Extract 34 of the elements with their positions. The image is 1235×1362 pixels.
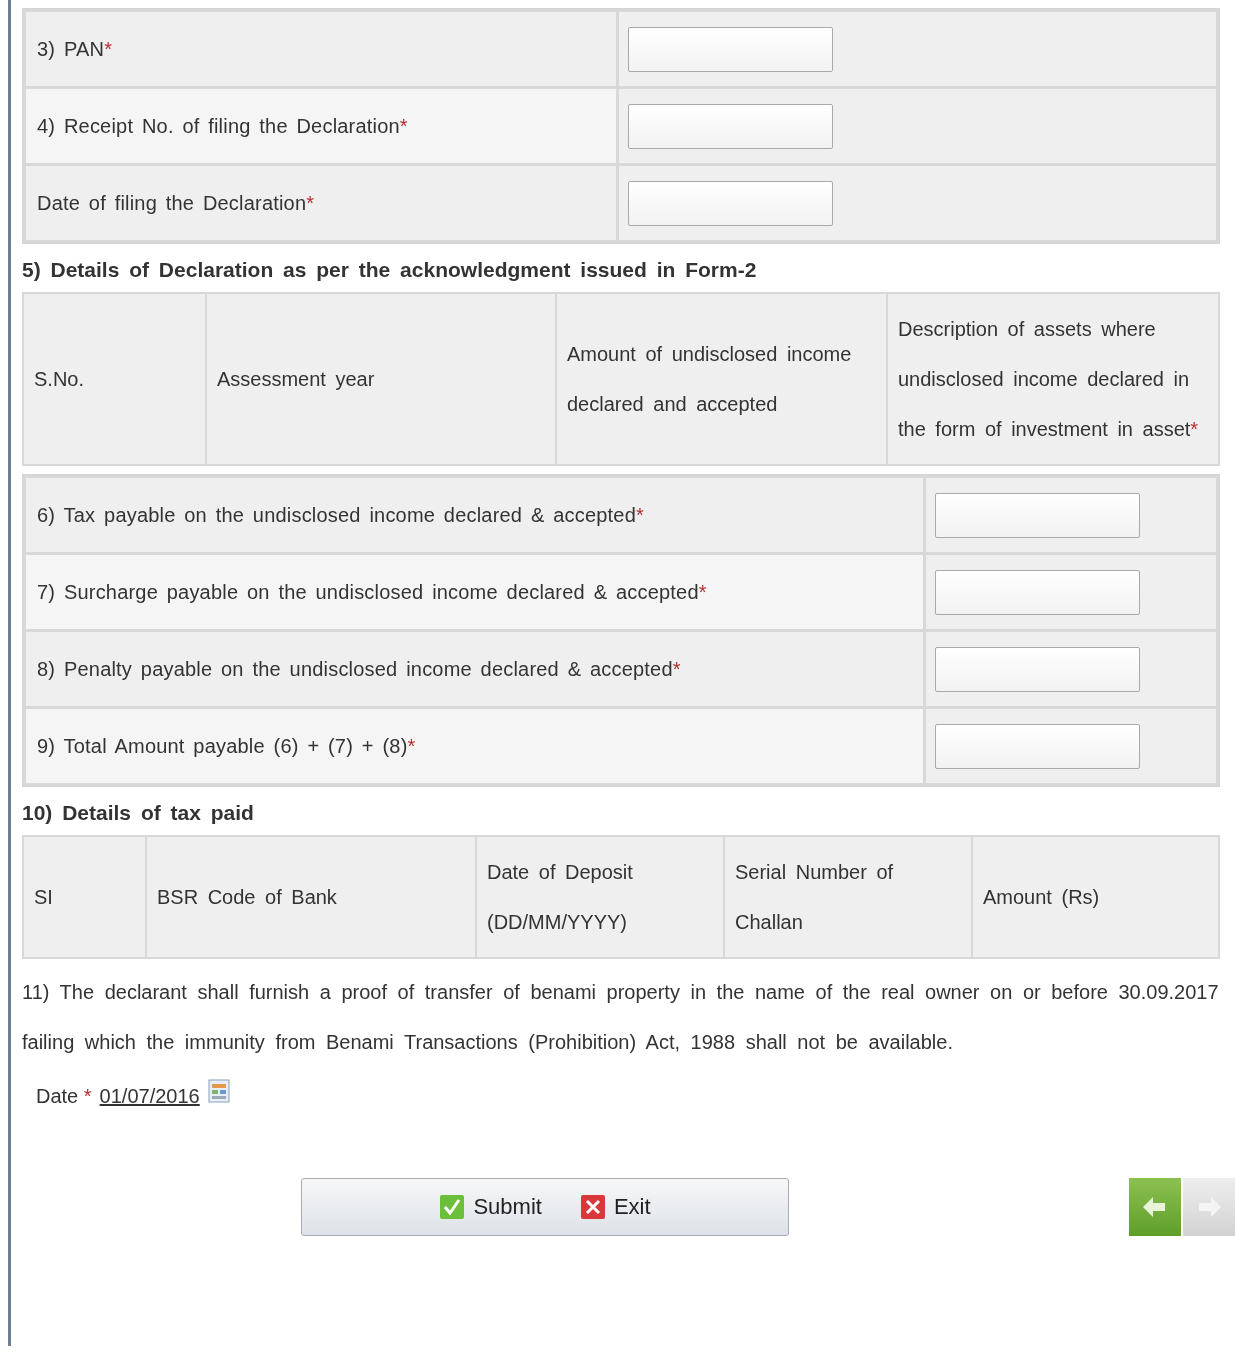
- exit-button[interactable]: Exit: [579, 1194, 651, 1220]
- input-field[interactable]: [628, 26, 833, 72]
- input-field[interactable]: [935, 646, 1140, 692]
- column-header: Amount of undisclosed income declared and accepted: [557, 294, 886, 464]
- field-label: 7) Surcharge payable on the undisclosed income declared & accepted*: [26, 555, 923, 629]
- back-button[interactable]: [1129, 1178, 1181, 1236]
- field-label: 9) Total Amount payable (6) + (7) + (8)*: [26, 709, 923, 783]
- column-header: Amount (Rs): [973, 837, 1218, 957]
- column-header: Assessment year: [207, 294, 555, 464]
- input-field[interactable]: [628, 103, 833, 149]
- column-header: BSR Code of Bank: [147, 837, 475, 957]
- input-field[interactable]: [628, 180, 833, 226]
- column-header: Serial Number of Challan: [725, 837, 971, 957]
- column-header: Date of Deposit (DD/MM/YYYY): [477, 837, 723, 957]
- field-label: 6) Tax payable on the undisclosed income declared & accepted*: [26, 478, 923, 552]
- column-header: S.No.: [24, 294, 205, 464]
- declaration-note: 11) The declarant shall furnish a proof of transfer of benami property in the name of the real owner on or before 30.09.2017 failing which the immunity from Benami Transactions (Prohibition) Act, 1988 shall not be available.: [22, 980, 1220, 1055]
- submit-button[interactable]: Submit: [439, 1194, 542, 1220]
- input-field[interactable]: [935, 492, 1140, 538]
- field-label: 3) PAN*: [26, 12, 616, 86]
- close-icon: [579, 1194, 606, 1220]
- section-heading: 10) Details of tax paid: [22, 801, 255, 825]
- date-value[interactable]: 01/07/2016: [99, 1085, 200, 1108]
- date-label: Date *: [36, 1085, 92, 1108]
- column-header: SI: [24, 837, 145, 957]
- section-heading: 5) Details of Declaration as per the acknowledgment issued in Form-2: [22, 258, 758, 282]
- field-label: 4) Receipt No. of filing the Declaration*: [26, 89, 616, 163]
- calendar-icon[interactable]: [207, 1078, 230, 1103]
- field-label: Date of filing the Declaration*: [26, 166, 616, 240]
- field-label: 8) Penalty payable on the undisclosed income declared & accepted*: [26, 632, 923, 706]
- column-header: Description of assets where undisclosed income declared in the form of investment in asset*: [888, 294, 1218, 464]
- check-icon: [439, 1194, 466, 1220]
- input-field[interactable]: [935, 569, 1140, 615]
- input-field[interactable]: [935, 723, 1140, 769]
